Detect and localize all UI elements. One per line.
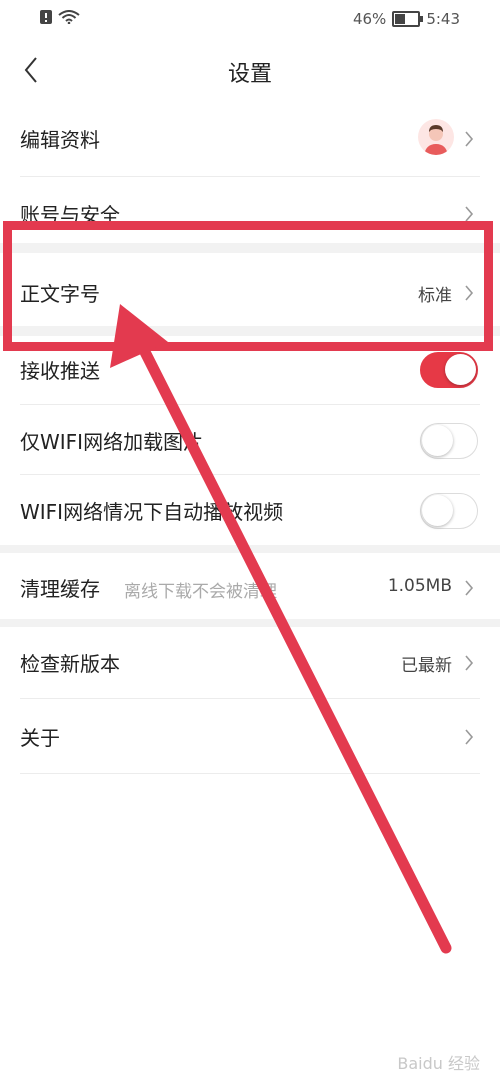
update-status-value: 已最新 — [401, 656, 452, 676]
nav-bar: 设置 — [0, 40, 500, 100]
battery-percent: 46% — [352, 10, 387, 28]
push-toggle[interactable] — [420, 352, 478, 388]
chevron-right-icon — [465, 655, 474, 671]
status-right: 46% 5:43 — [353, 10, 460, 28]
page-title: 设置 — [227, 62, 272, 87]
row-check-update[interactable]: 检查新版本 已最新 — [0, 626, 500, 700]
row-font-size[interactable]: 正文字号 标准 — [0, 256, 500, 330]
watermark: Baidu 经验 — [397, 1054, 480, 1073]
chevron-right-icon — [465, 206, 474, 222]
divider — [20, 698, 480, 699]
clear-cache-hint: 离线下载不会被清理 — [124, 582, 277, 602]
row-wifi-images[interactable]: 仅WIFI网络加载图片 — [0, 404, 500, 478]
chevron-right-icon — [465, 131, 474, 147]
row-account-security[interactable]: 账号与安全 — [0, 177, 500, 251]
row-wifi-autoplay[interactable]: WIFI网络情况下自动播放视频 — [0, 474, 500, 548]
status-bar: 46% 5:43 — [0, 0, 500, 40]
edit-profile-label: 编辑资料 — [20, 128, 100, 152]
toggle-knob — [422, 495, 453, 526]
account-security-label: 账号与安全 — [20, 203, 120, 227]
avatar-icon — [418, 119, 454, 155]
wifi-icon — [58, 10, 80, 28]
row-edit-profile[interactable]: 编辑资料 — [0, 102, 500, 176]
push-label: 接收推送 — [20, 359, 100, 383]
chevron-right-icon — [465, 285, 474, 301]
toggle-knob — [422, 425, 453, 456]
section-gap — [0, 243, 500, 253]
row-about[interactable]: 关于 — [0, 700, 500, 774]
toggle-knob — [445, 354, 476, 385]
font-size-label: 正文字号 — [20, 282, 100, 306]
cache-size-value: 1.05MB — [387, 576, 452, 596]
clear-cache-label: 清理缓存 — [20, 577, 100, 601]
about-label: 关于 — [20, 726, 60, 750]
font-size-value: 标准 — [418, 286, 452, 306]
check-update-label: 检查新版本 — [20, 652, 120, 676]
chevron-right-icon — [465, 580, 474, 596]
divider — [20, 773, 480, 774]
clock: 5:43 — [426, 10, 460, 28]
status-left — [40, 10, 80, 28]
chevron-right-icon — [465, 729, 474, 745]
sim-alert-icon — [40, 10, 52, 28]
battery-icon — [392, 11, 424, 27]
wifi-autoplay-toggle[interactable] — [420, 493, 478, 529]
row-push[interactable]: 接收推送 — [0, 333, 500, 407]
row-clear-cache[interactable]: 清理缓存 离线下载不会被清理 1.05MB — [0, 551, 500, 625]
wifi-images-label: 仅WIFI网络加载图片 — [20, 430, 204, 454]
wifi-autoplay-label: WIFI网络情况下自动播放视频 — [20, 500, 284, 524]
wifi-images-toggle[interactable] — [420, 423, 478, 459]
